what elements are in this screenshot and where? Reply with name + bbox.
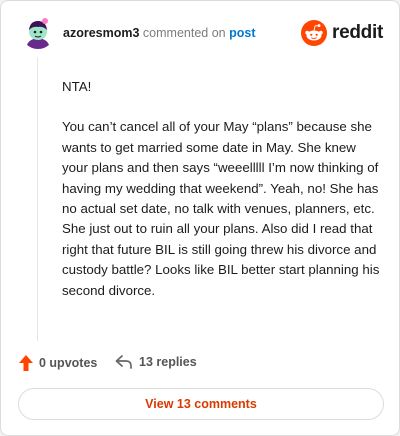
comment-actions: 0 upvotes 13 replies xyxy=(19,355,381,373)
avatar[interactable] xyxy=(21,15,55,49)
reply-arrow-icon xyxy=(115,355,132,369)
reddit-brand[interactable]: reddit xyxy=(301,20,383,46)
view-comments-button[interactable]: View 13 comments xyxy=(18,388,384,420)
upvote-arrow-icon xyxy=(19,355,33,371)
comment-header: azoresmom3 commented on post reddit xyxy=(21,15,383,55)
comment-meta: azoresmom3 commented on post xyxy=(63,26,255,40)
reddit-logo-icon xyxy=(301,20,328,46)
comment-paragraph: NTA! xyxy=(62,79,92,94)
comment-body: NTA! You can’t cancel all of your May “p… xyxy=(62,77,384,321)
thread-line xyxy=(37,57,38,341)
comment-paragraph: You can’t cancel all of your May “plans”… xyxy=(62,119,380,298)
reply-count: 13 replies xyxy=(139,355,197,369)
upvote-count: 0 upvotes xyxy=(39,356,98,370)
upvote-button[interactable]: 0 upvotes xyxy=(19,355,97,371)
comment-card: azoresmom3 commented on post reddit NTA!… xyxy=(0,0,400,436)
post-link[interactable]: post xyxy=(229,26,255,40)
avatar-icon xyxy=(21,15,55,49)
username[interactable]: azoresmom3 xyxy=(63,26,139,40)
replies-button[interactable]: 13 replies xyxy=(115,355,197,369)
reddit-wordmark: reddit xyxy=(332,22,383,43)
action-text: commented on xyxy=(142,26,226,40)
